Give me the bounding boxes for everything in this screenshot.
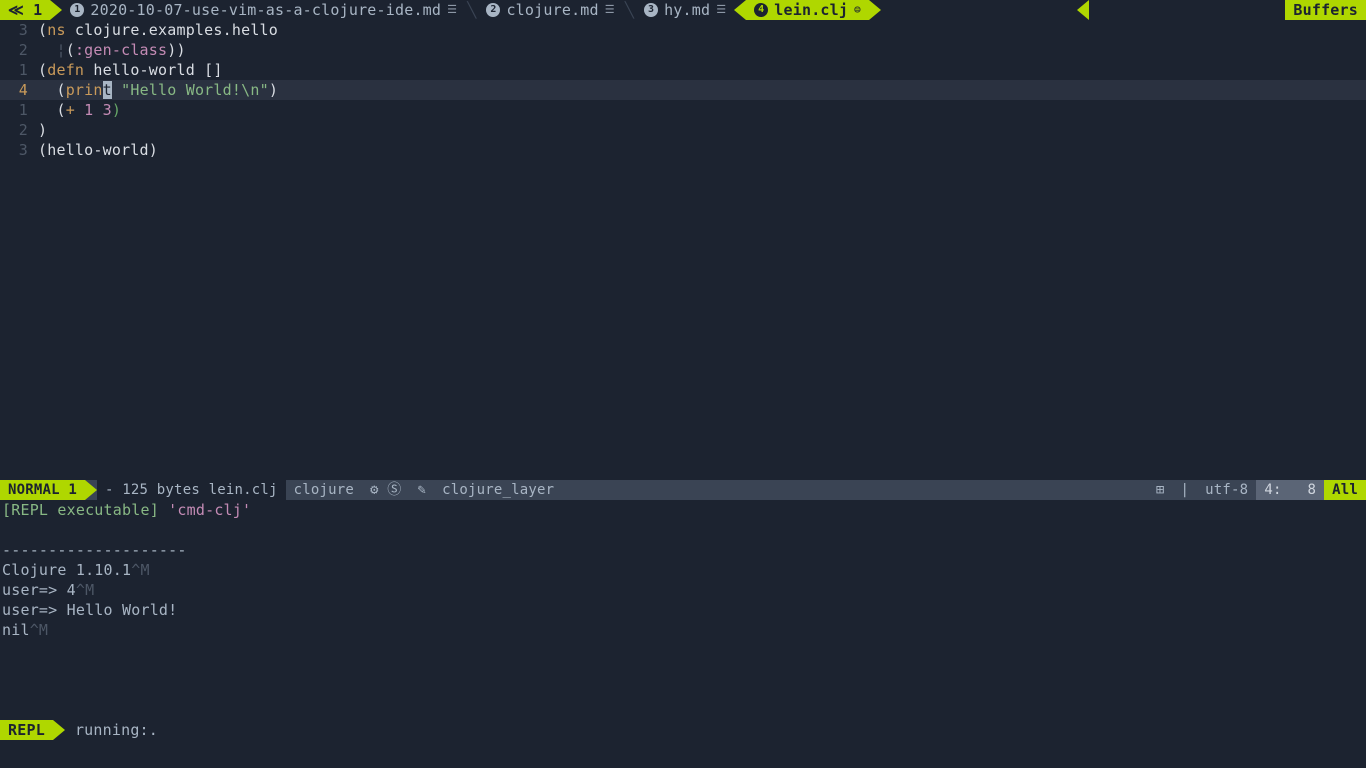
- repl-output[interactable]: [REPL executable] 'cmd-clj' -------------…: [0, 500, 1366, 640]
- buffers-button[interactable]: Buffers: [1285, 0, 1366, 20]
- tab-number-icon: 4: [754, 3, 768, 17]
- status-line: NORMAL 1 - 125 bytes lein.clj clojure ⚙ …: [0, 480, 1366, 500]
- code-editor[interactable]: 3(ns clojure.examples.hello2 ¦(:gen-clas…: [0, 20, 1366, 160]
- mode-indicator: NORMAL 1: [0, 480, 85, 500]
- tab-label: 2020-10-07-use-vim-as-a-clojure-ide.md: [90, 0, 441, 20]
- separator-icon: ╲: [465, 0, 478, 20]
- line-number: 3: [0, 140, 38, 160]
- layer-icon: ✎: [409, 480, 434, 500]
- tab-number-icon: 2: [486, 3, 500, 17]
- line-number: 1: [0, 60, 38, 80]
- tab-flag-icon: ⊜: [854, 0, 861, 20]
- code-content: (print "Hello World!\n"): [38, 80, 278, 100]
- repl-status: running:.: [65, 720, 168, 740]
- code-content: ): [38, 120, 47, 140]
- filetype: clojure: [286, 480, 362, 500]
- line-number: 1: [0, 100, 38, 120]
- repl-line: Clojure 1.10.1^M: [2, 560, 1364, 580]
- repl-line: user=> 4^M: [2, 580, 1364, 600]
- tab-bar: ≪ 1 1 2020-10-07-use-vim-as-a-clojure-id…: [0, 0, 1366, 20]
- separator-icon: [734, 0, 746, 20]
- cursor-position: 4: 8: [1256, 480, 1324, 500]
- layer-name: clojure_layer: [434, 480, 562, 500]
- line-number: 2: [0, 40, 38, 60]
- separator-icon: [53, 720, 65, 740]
- tab-label: clojure.md: [506, 0, 598, 20]
- repl-line: [REPL executable] 'cmd-clj': [2, 500, 1364, 520]
- separator-icon: [1077, 0, 1089, 20]
- tab-label: lein.clj: [774, 0, 848, 20]
- repl-line: --------------------: [2, 540, 1364, 560]
- separator-icon: ╲: [623, 0, 636, 20]
- tab-flag-icon: ☰: [447, 0, 457, 20]
- encoding: utf-8: [1197, 480, 1256, 500]
- separator-icon: [85, 480, 97, 500]
- separator-icon: [869, 0, 881, 20]
- line-number: 4: [0, 80, 38, 100]
- code-line[interactable]: 1 (+ 1 3): [0, 100, 1366, 120]
- repl-status-bar: REPL running:.: [0, 720, 1366, 740]
- code-content: ¦(:gen-class)): [38, 40, 186, 60]
- line-number: 3: [0, 20, 38, 40]
- tab-flag-icon: ☰: [716, 0, 726, 20]
- code-line[interactable]: 3(ns clojure.examples.hello: [0, 20, 1366, 40]
- code-content: (ns clojure.examples.hello: [38, 20, 278, 40]
- tab-number-icon: 1: [70, 3, 84, 17]
- os-icon: ⊞: [1148, 480, 1173, 500]
- line-number: 2: [0, 120, 38, 140]
- tab-4-active[interactable]: 4 lein.clj ⊜: [746, 0, 869, 20]
- code-line[interactable]: 3(hello-world): [0, 140, 1366, 160]
- code-line[interactable]: 2): [0, 120, 1366, 140]
- repl-line: nil^M: [2, 620, 1364, 640]
- tab-flag-icon: ☰: [605, 0, 615, 20]
- tab-label: hy.md: [664, 0, 710, 20]
- file-info: - 125 bytes lein.clj: [97, 480, 286, 500]
- repl-line: [2, 520, 1364, 540]
- separator-icon: [50, 0, 62, 20]
- scroll-percent: All: [1324, 480, 1366, 500]
- tab-1[interactable]: 1 2020-10-07-use-vim-as-a-clojure-ide.md…: [62, 0, 465, 20]
- code-line[interactable]: 2 ¦(:gen-class)): [0, 40, 1366, 60]
- code-content: (+ 1 3): [38, 100, 121, 120]
- code-line[interactable]: 1(defn hello-world []: [0, 60, 1366, 80]
- repl-line: user=> Hello World!: [2, 600, 1364, 620]
- separator: |: [1173, 480, 1198, 500]
- tab-3[interactable]: 3 hy.md ☰: [636, 0, 734, 20]
- tab-number-icon: 3: [644, 3, 658, 17]
- code-line[interactable]: 4 (print "Hello World!\n"): [0, 80, 1366, 100]
- tab-counter: ≪ 1: [0, 0, 50, 20]
- tab-2[interactable]: 2 clojure.md ☰: [478, 0, 622, 20]
- code-content: (hello-world): [38, 140, 158, 160]
- code-content: (defn hello-world []: [38, 60, 223, 80]
- git-icon: ⚙ Ⓢ: [362, 480, 409, 500]
- repl-label: REPL: [0, 720, 53, 740]
